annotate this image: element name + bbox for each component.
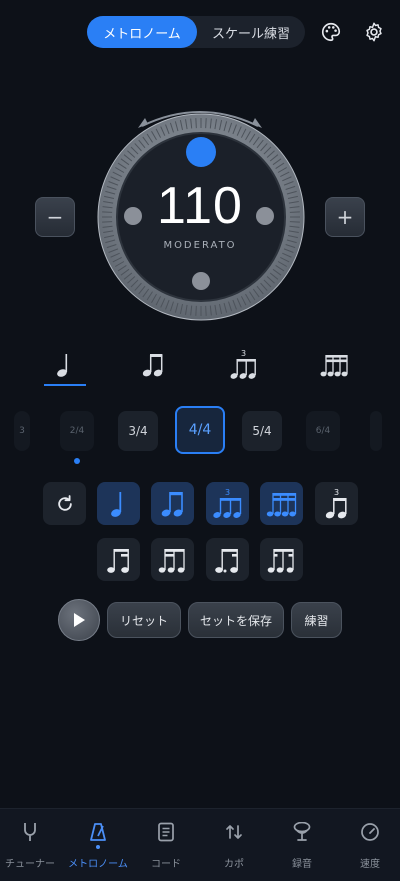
nav-label: 録音 [292,859,312,870]
triplet-eighths-icon: 3 [325,488,347,518]
sixteenth-notes-icon [320,355,348,377]
rhythm-triplet-eighths[interactable]: 3 [315,482,358,525]
chord-sheet-icon [158,822,174,842]
reset-button[interactable]: リセット [107,602,181,638]
subdivision-selected-indicator [44,384,86,386]
bpm-value: 110 [157,177,243,235]
nav-capo[interactable]: カポ [201,809,267,881]
time-signature-option[interactable]: 3/4 [118,411,158,451]
nav-chord[interactable]: コード [133,809,199,881]
save-set-button[interactable]: セットを保存 [188,602,284,638]
time-signature-option[interactable]: 3 [14,411,30,451]
subdivision-triplet[interactable]: 3 [222,349,266,380]
triplet-notes-icon: 3 [230,349,256,379]
triplet-notes-icon: 3 [212,488,241,518]
tempo-marking: MODERATO [163,240,237,251]
subdivision-sixteenth[interactable] [313,350,357,380]
eighth-notes-icon [161,491,183,516]
tab-scale-practice[interactable]: スケール練習 [197,16,305,48]
svg-text:3: 3 [225,488,230,497]
eighth-two-sixteenths-icon [106,548,129,573]
palette-icon[interactable] [320,21,342,43]
page-indicator-dot [74,458,80,464]
speedometer-icon [361,823,379,841]
quarter-note-icon [57,354,68,377]
time-signature-option[interactable] [370,411,382,451]
rhythm-quarter[interactable] [97,482,140,525]
increase-tempo-button[interactable]: + [325,197,365,237]
cycle-pattern-button[interactable] [43,482,86,525]
dotted-eighth-sixteenth-icon [214,548,238,573]
refresh-icon [57,494,72,511]
rhythm-dotted-eighth[interactable] [206,538,249,581]
rhythm-triplet[interactable]: 3 [206,482,249,525]
active-nav-dot [96,845,100,849]
rhythm-eighth-sixteenths[interactable] [97,538,140,581]
tab-metronome[interactable]: メトロノーム [87,16,197,48]
rhythm-sixteenths[interactable] [260,482,303,525]
eighth-notes-icon [142,354,163,377]
time-signature-option[interactable]: 6/4 [306,411,340,451]
rhythm-sixteenth-eighth-sixteenth[interactable] [260,538,303,581]
play-icon [74,613,85,627]
rhythm-sixteenths-eighth[interactable] [151,538,194,581]
metronome-icon [90,823,106,841]
nav-speed[interactable]: 速度 [337,809,400,881]
dial-beat-dot [192,272,210,290]
nav-label: カポ [224,859,244,870]
time-signature-selected[interactable]: 4/4 [175,406,225,454]
mode-segmented-control: メトロノーム スケール練習 [87,16,305,48]
up-down-arrows-icon [226,825,242,839]
practice-button[interactable]: 練習 [291,602,342,638]
time-signature-option[interactable]: 5/4 [242,411,282,451]
gear-icon[interactable] [363,21,385,43]
subdivision-quarter[interactable] [43,350,87,380]
nav-label: コード [151,859,181,870]
svg-text:3: 3 [241,349,246,358]
time-signature-option[interactable]: 2/4 [60,411,94,451]
decrease-tempo-button[interactable]: − [35,197,75,237]
svg-text:3: 3 [334,488,339,497]
bottom-navigation: チューナー メトロノーム コード カポ 録音 速度 [0,808,400,881]
nav-label: 速度 [360,859,380,870]
nav-label: メトロノーム [68,859,128,870]
play-button[interactable] [58,599,100,641]
quarter-note-icon [110,491,121,517]
nav-label: チューナー [5,859,55,870]
nav-record[interactable]: 録音 [269,809,335,881]
nav-tuner[interactable]: チューナー [0,809,63,881]
sixteenth-eighth-sixteenth-icon [267,548,294,573]
sixteenth-notes-icon [266,492,296,516]
dial-beat-dot-active [186,137,216,167]
tuning-fork-icon [24,823,36,841]
rhythm-eighths[interactable] [151,482,194,525]
subdivision-eighth[interactable] [131,350,175,380]
two-sixteenths-eighth-icon [158,548,185,573]
microphone-icon [293,822,311,841]
